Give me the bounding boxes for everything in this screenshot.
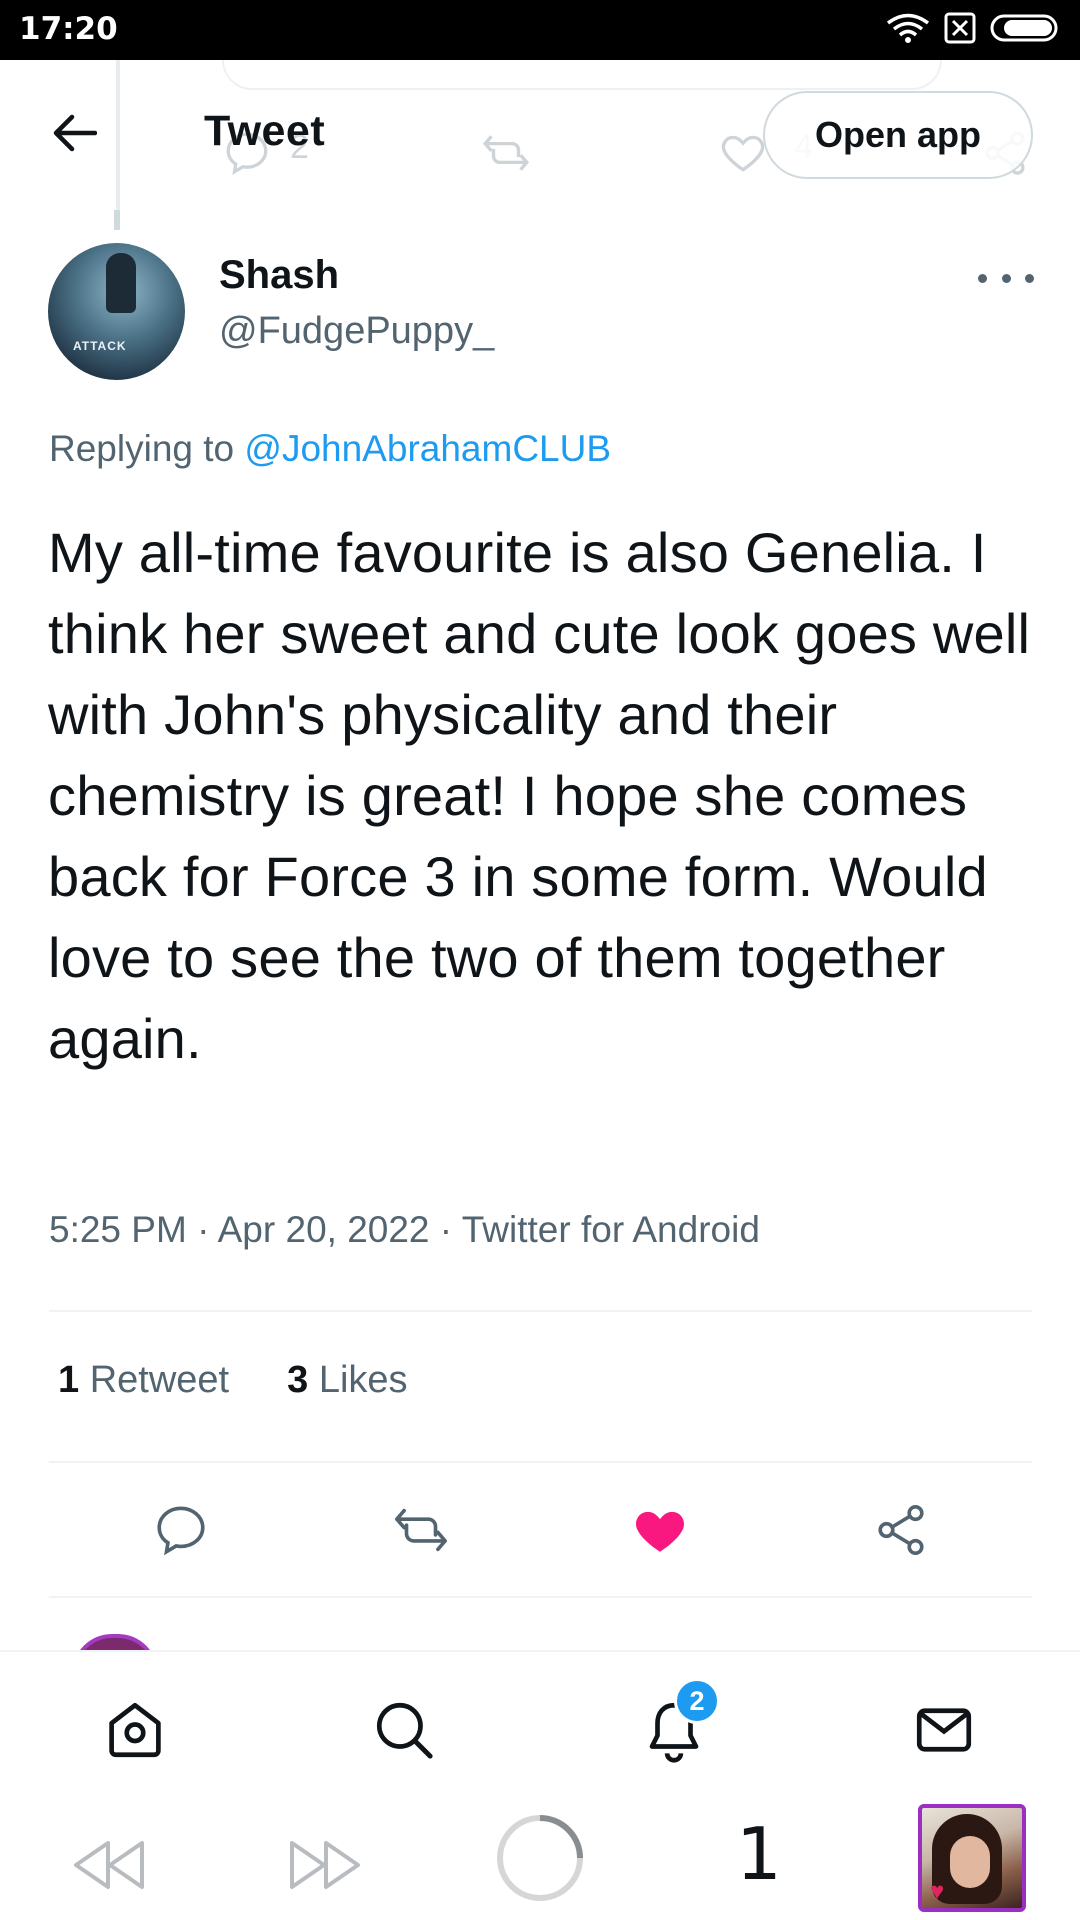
like-button[interactable]: [620, 1490, 700, 1570]
heart-icon: ♥: [930, 1878, 945, 1905]
retweet-count: 1: [58, 1359, 80, 1401]
fast-forward-button[interactable]: [286, 1830, 366, 1900]
fast-forward-icon: [290, 1841, 360, 1889]
battery-icon: [990, 13, 1062, 48]
share-icon: [878, 1504, 924, 1556]
replying-to: Replying to @JohnAbrahamCLUB: [49, 428, 611, 470]
tweet-meta: 5:25 PM · Apr 20, 2022 · Twitter for And…: [49, 1209, 760, 1250]
scrolled-content-edge: [222, 60, 942, 90]
more-options-button[interactable]: [978, 266, 1034, 290]
loading-spinner-icon: [497, 1815, 583, 1901]
search-icon: [376, 1702, 433, 1759]
reply-icon: [157, 1506, 205, 1556]
replying-mention-link[interactable]: @JohnAbrahamCLUB: [244, 428, 611, 469]
user-handle[interactable]: @FudgePuppy_: [219, 310, 494, 353]
wifi-icon: [886, 12, 930, 49]
replying-prefix: Replying to: [49, 428, 245, 469]
messages-icon: [916, 1708, 972, 1752]
notification-badge: 2: [674, 1678, 720, 1724]
share-button[interactable]: [861, 1490, 941, 1570]
like-count: 3: [287, 1359, 309, 1401]
avatar-figure: [106, 253, 136, 313]
thread-line-end: [114, 210, 120, 230]
divider: [49, 1461, 1032, 1463]
status-time: 17:20: [19, 11, 118, 47]
page-title: Tweet: [204, 107, 326, 155]
rewind-button[interactable]: [68, 1830, 148, 1900]
likes-stat[interactable]: 3 Likes: [287, 1359, 407, 1402]
rewind-icon: [74, 1841, 144, 1889]
status-icons: [886, 12, 1062, 48]
likes-label: Likes: [318, 1359, 408, 1401]
tweet-action-bar: [0, 1490, 1080, 1570]
retweet-icon: [482, 135, 530, 171]
nav-home[interactable]: [95, 1690, 175, 1770]
tab-count-button[interactable]: 1: [736, 1812, 782, 1896]
display-name[interactable]: Shash: [219, 253, 339, 298]
reply-button[interactable]: [141, 1490, 221, 1570]
nav-search[interactable]: [364, 1690, 444, 1770]
like-icon: [636, 1511, 684, 1552]
retweet-icon: [395, 1508, 447, 1552]
tweet-text: My all-time favourite is also Genelia. I…: [48, 521, 1031, 1070]
open-app-button[interactable]: Open app: [763, 91, 1033, 179]
nav-messages[interactable]: [904, 1690, 984, 1770]
retweet-label: Retweet: [89, 1359, 230, 1401]
home-icon: [109, 1702, 161, 1758]
back-arrow-icon: [53, 114, 97, 152]
profile-thumbnail[interactable]: ♥: [918, 1804, 1026, 1912]
back-button[interactable]: [44, 108, 104, 158]
tweet-stats: 1 Retweet 3 Likes: [58, 1359, 408, 1402]
like-icon: [721, 135, 765, 172]
retweet-button[interactable]: [381, 1490, 461, 1570]
status-bar: 17:20: [0, 0, 1080, 60]
divider: [49, 1596, 1032, 1598]
avatar-poster-text: ATTACK: [73, 339, 127, 353]
loading-button[interactable]: [494, 1812, 586, 1904]
more-icon-dot: [1025, 273, 1034, 283]
bottom-nav: 2: [0, 1650, 1080, 1800]
sim-icon: [944, 12, 976, 49]
more-icon: [978, 273, 987, 283]
more-icon-dot: [1001, 273, 1011, 283]
avatar[interactable]: ATTACK: [48, 243, 185, 380]
divider: [49, 1310, 1032, 1312]
retweets-stat[interactable]: 1 Retweet: [58, 1359, 229, 1402]
